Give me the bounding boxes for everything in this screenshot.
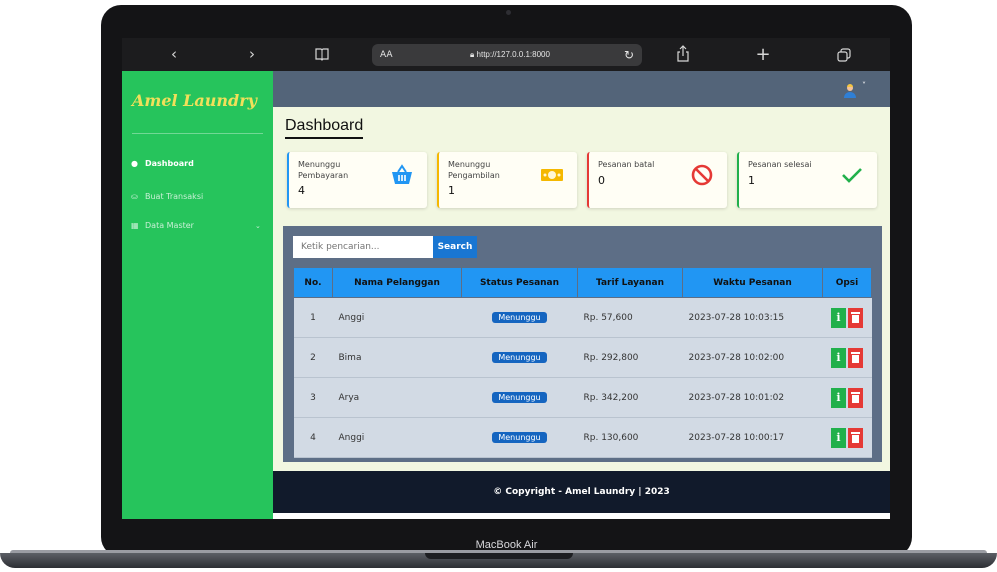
url-text: 🔒︎ http://127.0.0.1:8000 (470, 50, 550, 59)
cell-waktu: 2023-07-28 10:00:17 (682, 417, 823, 458)
info-button[interactable]: i (831, 307, 846, 328)
top-navbar (273, 71, 890, 107)
app-screen: Amel Laundry ● Dashboard ⛀ Buat Transaksi … (122, 71, 890, 519)
sidebar-item-dashboard[interactable]: ● Dashboard (131, 156, 194, 172)
check-icon (839, 162, 865, 188)
cell-no: 3 (293, 377, 333, 418)
column-header[interactable]: No. (293, 267, 333, 298)
cell-opsi: i (822, 337, 872, 378)
cell-waktu: 2023-07-28 10:01:02 (682, 377, 823, 418)
cell-tarif: Rp. 130,600 (577, 417, 683, 458)
new-tab-button[interactable]: + (751, 38, 775, 71)
card-value: 1 (748, 174, 755, 187)
orders-table: No. Nama Pelanggan Status Pesanan Tarif … (293, 267, 872, 458)
info-button[interactable]: i (831, 387, 846, 408)
sidebar-divider (132, 133, 263, 134)
delete-trash-icon[interactable] (848, 387, 863, 408)
status-badge: Menunggu (492, 312, 547, 323)
table-row: 1 Anggi Menunggu Rp. 57,600 2023-07-28 1… (293, 297, 872, 338)
footer-bottom-strip (273, 513, 890, 519)
cell-opsi: i (822, 297, 872, 338)
chevron-down-icon[interactable]: ˅ (862, 81, 866, 90)
card-menunggu-pembayaran: Menunggu Pembayaran 4 (287, 152, 427, 208)
column-header[interactable]: Status Pesanan (461, 267, 578, 298)
info-circle-icon: ● (131, 159, 138, 168)
text-size-button[interactable]: AA (380, 44, 393, 66)
search-input[interactable] (293, 236, 433, 258)
sidebar-item-label: Data Master (145, 221, 194, 230)
delete-trash-icon[interactable] (848, 307, 863, 328)
cell-no: 1 (293, 297, 333, 338)
book-icon[interactable] (314, 46, 330, 62)
ban-icon (689, 162, 715, 188)
column-header[interactable]: Opsi (822, 267, 872, 298)
basket-icon (389, 162, 415, 188)
card-value: 1 (448, 184, 455, 197)
card-menunggu-pengambilan: Menunggu Pengambilan 1 (437, 152, 577, 208)
cell-tarif: Rp. 342,200 (577, 377, 683, 418)
cell-opsi: i (822, 417, 872, 458)
sidebar-item-label: Buat Transaksi (145, 192, 204, 201)
card-label: Pesanan batal (598, 160, 655, 169)
cell-status: Menunggu (461, 337, 578, 378)
sidebar-item-label: Dashboard (145, 159, 194, 168)
sidebar-item-data-master[interactable]: ▦ Data Master (131, 218, 194, 234)
cell-waktu: 2023-07-28 10:02:00 (682, 337, 823, 378)
cell-status: Menunggu (461, 377, 578, 418)
status-badge: Menunggu (492, 432, 547, 443)
cell-name: Arya (332, 377, 462, 418)
column-header[interactable]: Waktu Pesanan (682, 267, 823, 298)
card-value: 4 (298, 184, 305, 197)
page-title: Dashboard (285, 117, 364, 139)
card-label: Menunggu Pembayaran (298, 160, 349, 180)
cell-waktu: 2023-07-28 10:03:15 (682, 297, 823, 338)
table-icon: ▦ (131, 221, 139, 230)
tabs-icon[interactable] (837, 47, 851, 62)
column-header[interactable]: Tarif Layanan (577, 267, 683, 298)
reload-icon[interactable]: ↻ (620, 44, 638, 66)
cell-status: Menunggu (461, 297, 578, 338)
table-row: 4 Anggi Menunggu Rp. 130,600 2023-07-28 … (293, 417, 872, 458)
money-icon (539, 162, 565, 188)
search-button[interactable]: Search (433, 236, 477, 258)
card-pesanan-batal: Pesanan batal 0 (587, 152, 727, 208)
brand-logo[interactable]: Amel Laundry (132, 91, 262, 110)
status-badge: Menunggu (492, 392, 547, 403)
cell-name: Bima (332, 337, 462, 378)
share-icon[interactable] (675, 45, 691, 63)
cell-no: 4 (293, 417, 333, 458)
basket-icon: ⛀ (131, 192, 138, 201)
info-button[interactable]: i (831, 347, 846, 368)
status-badge: Menunggu (492, 352, 547, 363)
card-pesanan-selesai: Pesanan selesai 1 (737, 152, 877, 208)
column-header[interactable]: Nama Pelanggan (332, 267, 462, 298)
chevron-right-icon[interactable]: › (240, 38, 264, 71)
camera (506, 10, 511, 15)
info-button[interactable]: i (831, 427, 846, 448)
delete-trash-icon[interactable] (848, 347, 863, 368)
cell-status: Menunggu (461, 417, 578, 458)
cell-tarif: Rp. 57,600 (577, 297, 683, 338)
table-row: 2 Bima Menunggu Rp. 292,800 2023-07-28 1… (293, 337, 872, 378)
cell-tarif: Rp. 292,800 (577, 337, 683, 378)
card-label: Pesanan selesai (748, 160, 812, 169)
sidebar: Amel Laundry ● Dashboard ⛀ Buat Transaksi … (122, 71, 273, 519)
cell-name: Anggi (332, 417, 462, 458)
cell-name: Anggi (332, 297, 462, 338)
table-row: 3 Arya Menunggu Rp. 342,200 2023-07-28 1… (293, 377, 872, 418)
footer-copyright: © Copyright - Amel Laundry | 2023 (273, 471, 890, 513)
cell-opsi: i (822, 377, 872, 418)
user-avatar-icon[interactable] (843, 83, 857, 98)
chevron-down-icon[interactable]: ⌄ (255, 222, 261, 230)
chevron-left-icon[interactable]: ‹ (162, 38, 186, 71)
table-header-row: No. Nama Pelanggan Status Pesanan Tarif … (293, 267, 872, 298)
card-value: 0 (598, 174, 605, 187)
cell-no: 2 (293, 337, 333, 378)
laptop-notch (425, 553, 573, 559)
card-label: Menunggu Pengambilan (448, 160, 500, 180)
sidebar-item-buat-transaksi[interactable]: ⛀ Buat Transaksi (131, 189, 203, 205)
delete-trash-icon[interactable] (848, 427, 863, 448)
